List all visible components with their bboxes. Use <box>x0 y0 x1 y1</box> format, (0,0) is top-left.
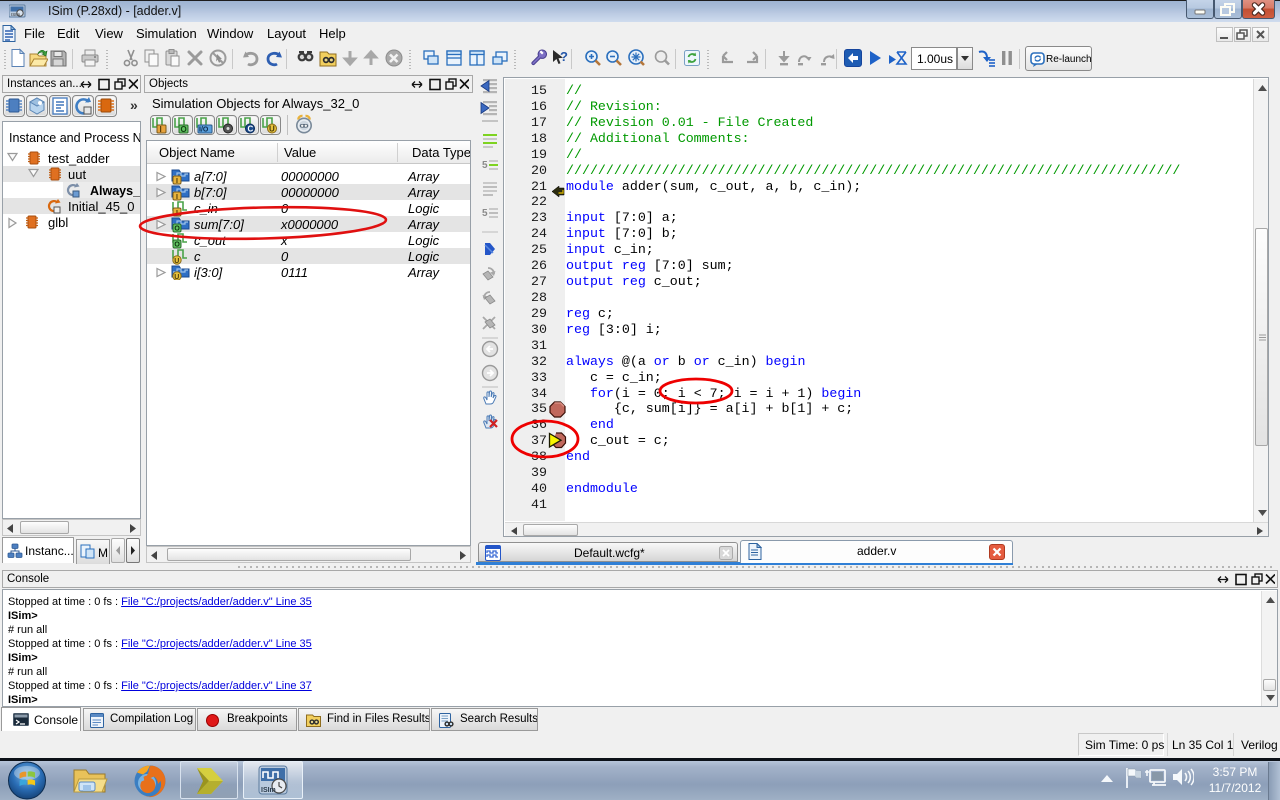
svg-text:ISIm: ISIm <box>11 12 21 17</box>
svg-text:5: 5 <box>482 208 488 219</box>
svg-text:?: ? <box>560 49 568 64</box>
svg-text:I: I <box>160 125 162 134</box>
svg-text:C: C <box>248 125 254 134</box>
svg-text:I/O: I/O <box>199 127 209 134</box>
svg-text:U: U <box>269 125 275 134</box>
svg-text:ISIm: ISIm <box>261 787 276 794</box>
svg-text:5: 5 <box>482 160 488 171</box>
svg-text:O: O <box>181 125 187 134</box>
